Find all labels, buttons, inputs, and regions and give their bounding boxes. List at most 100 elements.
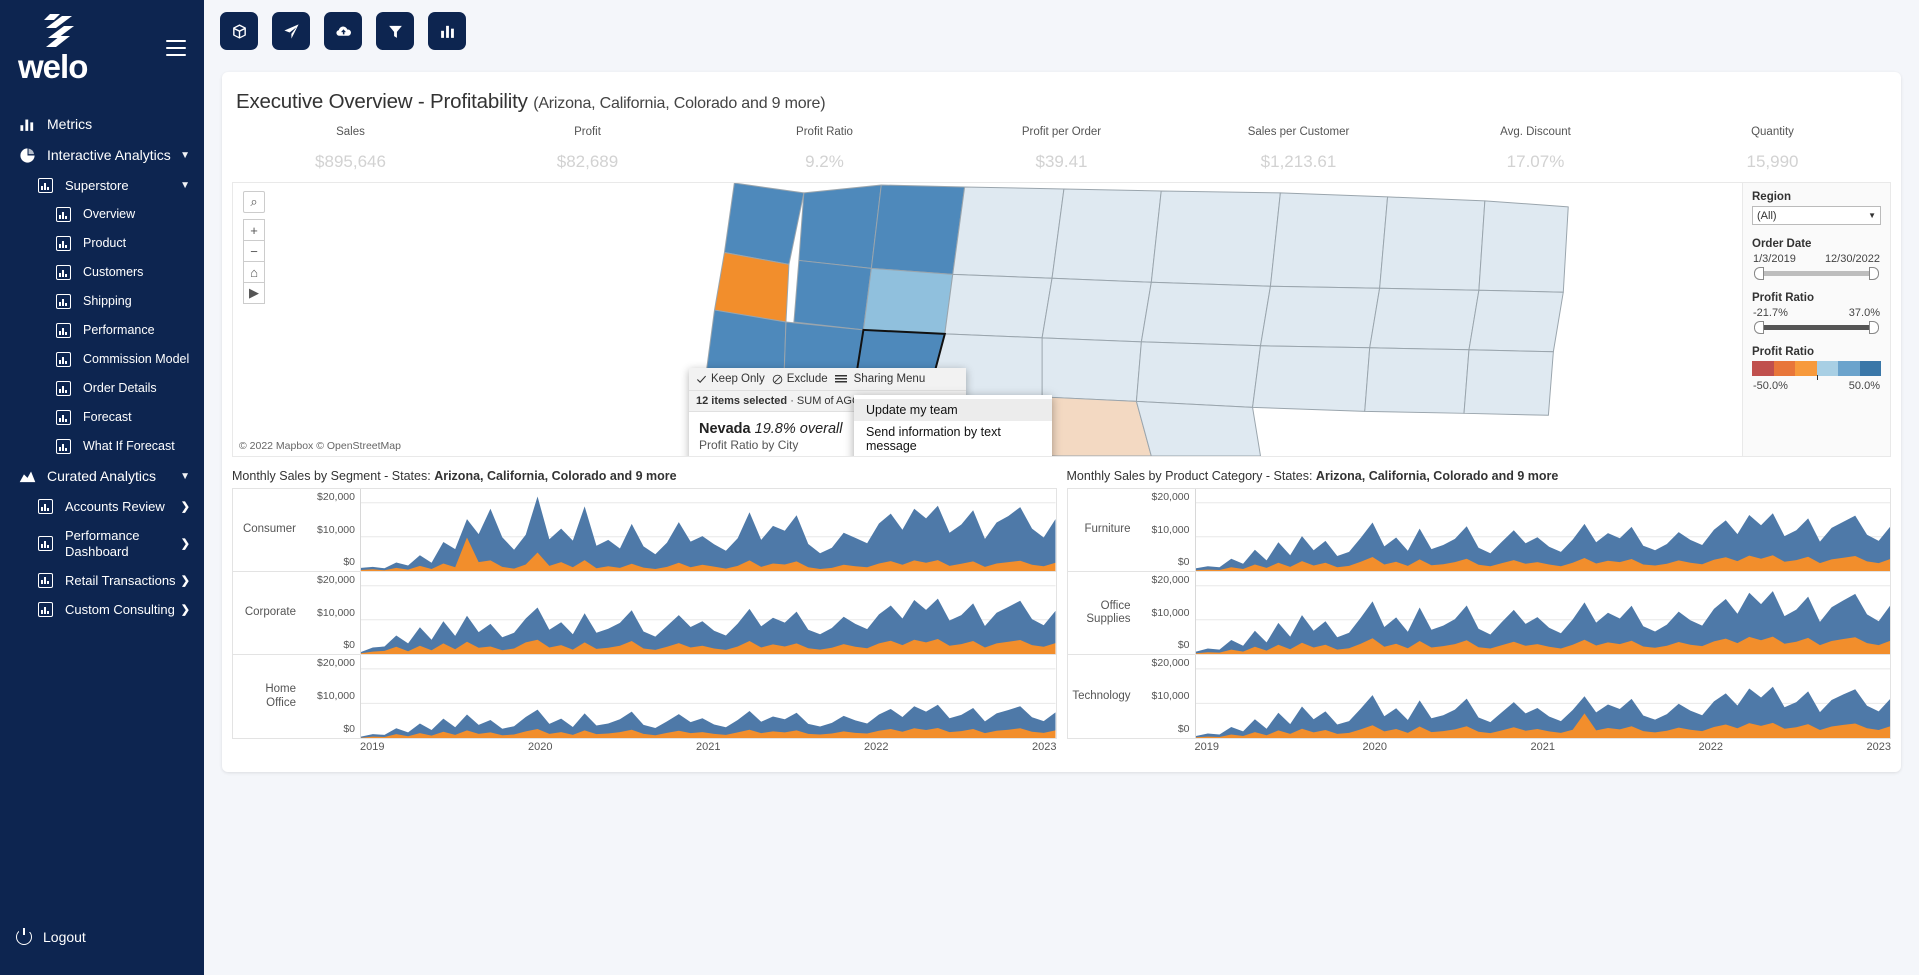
logo-row: welo	[0, 0, 204, 83]
menu-toggle-icon[interactable]	[166, 40, 186, 56]
chart-plot-area[interactable]	[361, 655, 1056, 738]
sidebar-item-label: Custom Consulting	[65, 602, 181, 617]
sidebar-item-customers[interactable]: Customers	[0, 258, 204, 287]
slider-handle-right[interactable]	[1869, 321, 1879, 334]
sidebar-item-what-if-forecast[interactable]: What If Forecast	[0, 432, 204, 461]
sidebar-item-overview[interactable]: Overview	[0, 200, 204, 229]
sidebar-item-label: Order Details	[83, 381, 190, 396]
toolbar-filter-button[interactable]	[376, 12, 414, 50]
chevron-down-icon[interactable]: ▼	[180, 180, 190, 191]
slider-handle-left[interactable]	[1754, 321, 1764, 334]
context-menu-item[interactable]: Update my team	[854, 399, 1052, 421]
chevron-down-icon[interactable]: ▼	[180, 471, 190, 482]
sidebar-item-interactive-analytics[interactable]: Interactive Analytics▼	[0, 140, 204, 171]
map-zoom-in-icon[interactable]: +	[243, 219, 265, 241]
chart-plot-area[interactable]	[1196, 572, 1891, 654]
chart-plot-area[interactable]	[1196, 489, 1891, 571]
sidebar-item-performance[interactable]: Performance	[0, 316, 204, 345]
map-pan-icon[interactable]: ▶	[243, 282, 265, 304]
sidebar-item-retail-transactions[interactable]: Retail Transactions❯	[0, 566, 204, 595]
chart-y-axis: $20,000$10,000$0	[303, 489, 361, 571]
tooltip-exclude-button[interactable]: Exclude	[772, 373, 828, 385]
sidebar-item-shipping[interactable]: Shipping	[0, 287, 204, 316]
sidebar-item-order-details[interactable]: Order Details	[0, 374, 204, 403]
chart-x-axis: 20192020202120222023	[232, 741, 1057, 753]
kpi-profit-ratio: Profit Ratio 9.2%	[706, 126, 943, 172]
toolbar-package-button[interactable]	[220, 12, 258, 50]
chevron-right-icon[interactable]: ❯	[181, 500, 190, 513]
filter-order-date-slider[interactable]	[1754, 267, 1879, 279]
package-icon	[231, 23, 248, 40]
sidebar-item-product[interactable]: Product	[0, 229, 204, 258]
filter-profit-ratio-label: Profit Ratio	[1752, 292, 1881, 304]
toolbar-cloud-upload-button[interactable]	[324, 12, 362, 50]
mini-chart-icon	[38, 536, 53, 551]
filter-region-select[interactable]: (All) ▼	[1752, 206, 1881, 225]
map-controls: ⌕ +−⌂▶	[243, 191, 265, 303]
sidebar-item-label: Customers	[83, 265, 190, 280]
brand-name: welo	[18, 50, 87, 83]
filter-region: Region (All) ▼	[1752, 191, 1881, 225]
sidebar-item-performance-dashboard[interactable]: Performance Dashboard❯	[0, 521, 204, 566]
sidebar-item-forecast[interactable]: Forecast	[0, 403, 204, 432]
map-attribution: © 2022 Mapbox © OpenStreetMap	[239, 440, 401, 452]
kpi-avg-discount: Avg. Discount17.07%	[1417, 126, 1654, 172]
welo-logo-icon	[38, 14, 82, 48]
kpi-value: $39.41	[943, 152, 1180, 172]
toolbar-chart-button[interactable]	[428, 12, 466, 50]
map-canvas[interactable]: ⌕ +−⌂▶	[232, 182, 1743, 457]
chevron-right-icon[interactable]: ❯	[181, 574, 190, 587]
main-area: Executive Overview - Profitability (Ariz…	[204, 0, 1919, 975]
y-tick-label: $20,000	[1152, 657, 1190, 669]
context-menu-item[interactable]: Send information by text message	[854, 421, 1052, 457]
tooltip-keep-only-label: Keep Only	[711, 373, 765, 385]
chart-subpanel: Office Supplies$20,000$10,000$0	[1068, 572, 1891, 655]
tooltip-view-data-button[interactable]	[835, 374, 847, 385]
chevron-right-icon[interactable]: ❯	[181, 603, 190, 616]
kpi-label: Profit Ratio	[706, 126, 943, 138]
sidebar-item-label: Superstore	[65, 178, 176, 193]
sidebar-item-custom-consulting[interactable]: Custom Consulting❯	[0, 595, 204, 624]
chart-y-axis: $20,000$10,000$0	[1138, 489, 1196, 571]
kpi-sales-per-customer: Sales per Customer$1,213.61	[1180, 126, 1417, 172]
slider-handle-right[interactable]	[1869, 267, 1879, 280]
chart-plot-area[interactable]	[361, 489, 1056, 571]
tooltip-keep-only-button[interactable]: Keep Only	[696, 373, 765, 385]
map-home-icon[interactable]: ⌂	[243, 261, 265, 283]
chart-plot-area[interactable]	[361, 572, 1056, 654]
chevron-down-icon[interactable]: ▼	[180, 150, 190, 161]
chart-x-axis: 20192020202120222023	[1067, 741, 1892, 753]
app-root: welo MetricsInteractive Analytics▼Supers…	[0, 0, 1919, 975]
filter-profit-ratio-slider[interactable]	[1754, 321, 1879, 333]
sidebar-item-commission-model[interactable]: Commission Model	[0, 345, 204, 374]
logout-button[interactable]: Logout	[0, 929, 204, 945]
brand-logo[interactable]: welo	[18, 14, 87, 83]
slider-handle-left[interactable]	[1754, 267, 1764, 280]
map-zoom-out-icon[interactable]: −	[243, 240, 265, 262]
chart-plot-area[interactable]	[1196, 655, 1891, 738]
y-tick-label: $0	[1178, 556, 1190, 568]
y-tick-label: $0	[1178, 723, 1190, 735]
sidebar-item-superstore[interactable]: Superstore ▼	[0, 171, 204, 200]
chart-title-filter: Arizona, California, Colorado and 9 more	[1316, 469, 1558, 483]
y-tick-label: $0	[343, 556, 355, 568]
tooltip-sharing-menu-button[interactable]: Sharing Menu	[854, 373, 926, 385]
map-search-icon[interactable]: ⌕	[243, 191, 265, 213]
kpi-value: 9.2%	[706, 152, 943, 172]
slider-track	[1754, 271, 1879, 276]
mini-chart-icon	[56, 294, 71, 309]
chart-panel: Monthly Sales by Segment - States: Arizo…	[232, 469, 1057, 753]
sidebar-item-accounts-review[interactable]: Accounts Review❯	[0, 492, 204, 521]
filter-region-label: Region	[1752, 191, 1881, 203]
y-tick-label: $20,000	[317, 657, 355, 669]
legend-swatch	[1838, 361, 1860, 376]
chart-y-axis: $20,000$10,000$0	[1138, 655, 1196, 738]
sidebar-item-label: What If Forecast	[83, 439, 190, 454]
chevron-right-icon[interactable]: ❯	[181, 537, 190, 550]
x-tick-label: 2021	[696, 741, 864, 753]
sidebar-item-curated-analytics[interactable]: Curated Analytics▼	[0, 461, 204, 492]
sidebar-item-metrics[interactable]: Metrics	[0, 109, 204, 140]
slider-track	[1754, 325, 1879, 330]
toolbar-send-button[interactable]	[272, 12, 310, 50]
page-title: Executive Overview - Profitability (Ariz…	[222, 72, 1901, 114]
